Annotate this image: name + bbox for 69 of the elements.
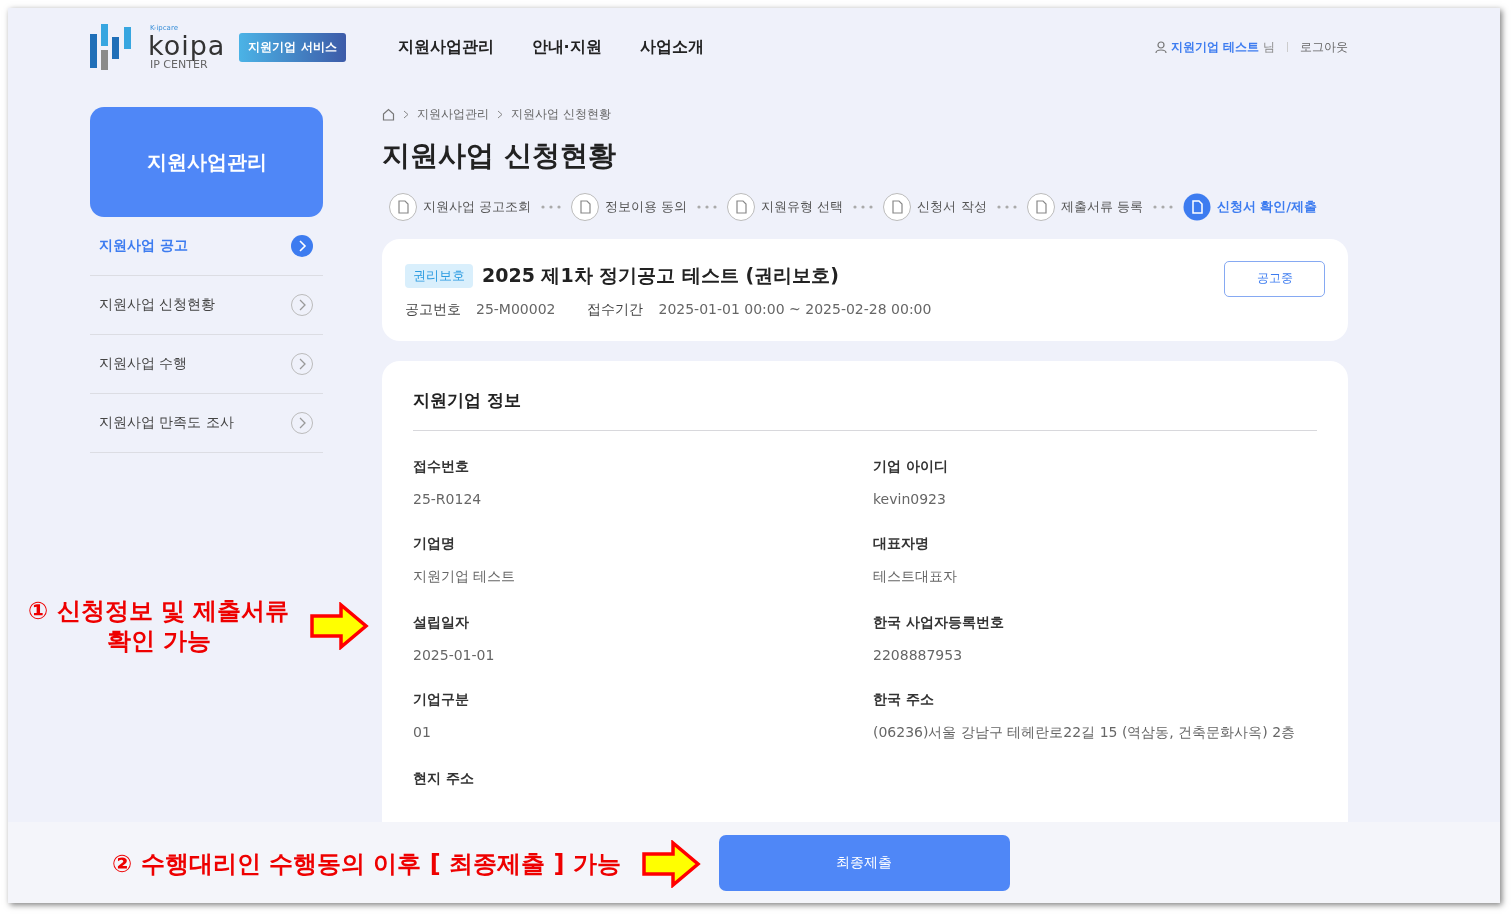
nav-link[interactable]: 안내·지원 xyxy=(531,36,602,58)
chevron-icon xyxy=(497,109,503,119)
field-value: 25-M00002 xyxy=(476,300,556,317)
sidebar-item[interactable]: 지원사업 만족도 조사 xyxy=(90,394,323,453)
progress-step: 정보이용 동의 xyxy=(571,192,688,221)
chevron-icon xyxy=(291,412,313,434)
sidebar-item[interactable]: 지원사업 수행 xyxy=(90,335,323,394)
page-title: 지원사업 신청현황 xyxy=(382,139,617,173)
field-value: 01 xyxy=(413,723,432,740)
dots-separator xyxy=(541,204,562,209)
service-badge: 지원기업 서비스 xyxy=(239,32,346,62)
document-icon xyxy=(1026,192,1055,221)
field-label: 한국 사업자등록번호 xyxy=(873,613,1005,632)
document-icon xyxy=(389,192,417,221)
user-name[interactable]: 지원기업 테스트 xyxy=(1170,38,1259,56)
field-label: 설립일자 xyxy=(413,613,470,632)
document-icon xyxy=(727,192,756,221)
logout-link[interactable]: 로그아웃 xyxy=(1300,38,1348,56)
progress-step: 제출서류 등록 xyxy=(1026,192,1143,221)
field-value: kevin0923 xyxy=(873,490,947,507)
document-icon xyxy=(883,192,912,221)
nav-link[interactable]: 사업소개 xyxy=(639,36,704,58)
sidebar-item[interactable]: 지원사업 신청현황 xyxy=(90,276,323,335)
field-value: 테스트대표자 xyxy=(873,567,958,586)
field-label: 현지 주소 xyxy=(413,769,475,788)
user-suffix: 님 xyxy=(1263,38,1275,56)
progress-step: 신청서 확인/제출 xyxy=(1182,192,1317,221)
document-icon xyxy=(571,192,600,221)
chevron-icon xyxy=(291,294,313,316)
dots-separator xyxy=(697,204,718,209)
field-label: 기업구분 xyxy=(413,690,470,709)
progress-step: 지원사업 공고조회 xyxy=(389,192,532,221)
field-label: 한국 주소 xyxy=(873,690,935,709)
section-title: 지원기업 정보 xyxy=(413,388,1317,431)
dots-separator xyxy=(996,204,1017,209)
annotation-text: ① 신청정보 및 제출서류 확인 가능 xyxy=(28,596,290,656)
arrow-icon xyxy=(640,840,701,888)
home-icon[interactable] xyxy=(382,107,395,121)
field-value: 2208887953 xyxy=(873,646,964,663)
field-value: 지원기업 테스트 xyxy=(413,567,517,586)
field-label: 접수기간 xyxy=(587,300,644,317)
chevron-icon xyxy=(403,109,409,119)
field-label: 대표자명 xyxy=(873,534,930,553)
field-value: 25-R0124 xyxy=(413,490,483,507)
field-value: 2025-01-01 00:00 ~ 2025-02-28 00:00 xyxy=(658,300,932,317)
chevron-icon xyxy=(291,235,313,257)
progress-step: 신청서 작성 xyxy=(883,192,987,221)
annotation-text: ② 수행대리인 수행동의 이후 [ 최종제출 ] 가능 xyxy=(112,849,621,879)
sidebar-title: 지원사업관리 xyxy=(90,107,323,217)
dots-separator xyxy=(853,204,874,209)
breadcrumb-link[interactable]: 지원사업관리 xyxy=(417,105,489,123)
logo-wordmark[interactable]: koipa xyxy=(148,31,226,59)
category-tag: 권리보호 xyxy=(405,263,473,288)
field-label: 기업 아이디 xyxy=(873,457,949,476)
field-value: (06236)서울 강남구 테헤란로22길 15 (역삼동, 건축문화사옥) 2층 xyxy=(873,723,1297,742)
notice-title: 2025 제1차 정기공고 테스트 (권리보호) xyxy=(482,262,839,288)
field-value: 2025-01-01 xyxy=(413,646,496,663)
status-button[interactable]: 공고중 xyxy=(1224,260,1325,297)
breadcrumb-link[interactable]: 지원사업 신청현황 xyxy=(511,105,611,123)
user-icon xyxy=(1154,41,1167,53)
field-label: 공고번호 xyxy=(405,300,461,317)
field-label: 접수번호 xyxy=(413,457,470,476)
arrow-icon xyxy=(309,602,370,650)
dots-separator xyxy=(1152,204,1173,209)
document-icon xyxy=(1182,192,1211,221)
chevron-icon xyxy=(291,353,313,375)
field-label: 기업명 xyxy=(413,534,456,553)
nav-link[interactable]: 지원사업관리 xyxy=(397,36,494,58)
progress-step: 지원유형 선택 xyxy=(727,192,844,221)
